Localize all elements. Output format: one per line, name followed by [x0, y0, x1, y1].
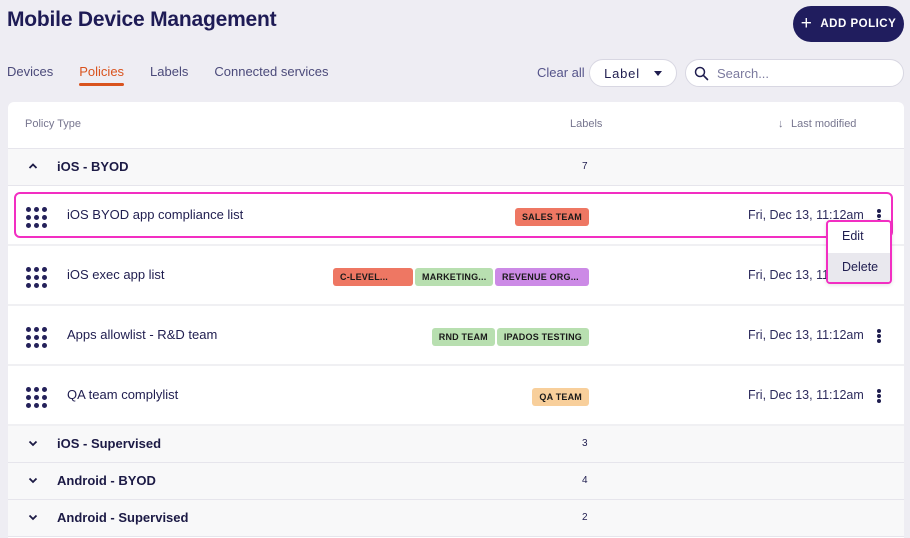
chevron-down-icon[interactable]: [28, 438, 38, 448]
label-chip: C-LEVEL...: [333, 268, 413, 286]
policy-name[interactable]: QA team complylist: [67, 387, 178, 402]
menu-item-delete[interactable]: Delete: [828, 253, 890, 282]
plus-icon: +: [800, 12, 813, 34]
label-filter-select[interactable]: Label: [589, 59, 677, 87]
more-options-icon[interactable]: [875, 327, 883, 345]
group-row-ios-supervised[interactable]: iOS - Supervised 3: [8, 426, 904, 463]
policy-labels: QA TEAM: [532, 388, 589, 406]
tab-labels[interactable]: Labels: [150, 64, 188, 86]
policy-labels: C-LEVEL... MARKETING... REVENUE ORG...: [333, 268, 589, 286]
column-header-last-modified[interactable]: Last modified: [791, 118, 856, 130]
group-count: 2: [582, 512, 588, 523]
group-name: iOS - Supervised: [57, 436, 162, 451]
search-input[interactable]: [717, 65, 887, 81]
policy-row[interactable]: iOS exec app list C-LEVEL... MARKETING..…: [8, 246, 904, 306]
tab-bar: Devices Policies Labels Connected servic…: [7, 64, 355, 86]
policy-labels: SALES TEAM: [514, 208, 589, 226]
group-count: 3: [582, 438, 588, 449]
search-box[interactable]: [685, 59, 904, 87]
group-row-android-byod[interactable]: Android - BYOD 4: [8, 463, 904, 500]
policy-name[interactable]: iOS BYOD app compliance list: [67, 207, 243, 222]
sort-arrow-down-icon[interactable]: ↓: [778, 118, 784, 130]
group-name: iOS - BYOD: [57, 159, 129, 174]
policy-labels: RND TEAM IPADOS TESTING: [431, 328, 589, 346]
column-header-labels[interactable]: Labels: [570, 118, 602, 130]
row-context-menu: Edit Delete: [826, 220, 892, 284]
group-row-android-supervised[interactable]: Android - Supervised 2: [8, 500, 904, 537]
last-modified-date: Fri, Dec 13, 11:12am: [748, 328, 864, 342]
label-chip: IPADOS TESTING: [496, 328, 589, 346]
policy-row[interactable]: iOS BYOD app compliance list SALES TEAM …: [8, 186, 904, 246]
chevron-down-icon[interactable]: [28, 475, 38, 485]
group-name: Android - BYOD: [57, 473, 156, 488]
policy-name[interactable]: iOS exec app list: [67, 267, 165, 282]
label-chip: MARKETING...: [415, 268, 493, 286]
tab-connected-services[interactable]: Connected services: [214, 64, 328, 86]
scrollbar-track[interactable]: [904, 102, 910, 538]
label-chip: REVENUE ORG...: [495, 268, 589, 286]
policy-grid-icon: [26, 207, 50, 228]
group-count: 4: [582, 475, 588, 486]
tab-devices[interactable]: Devices: [7, 64, 53, 86]
add-policy-button[interactable]: + ADD POLICY: [793, 6, 904, 42]
policies-table: Policy Type Labels ↓ Last modified iOS -…: [8, 102, 904, 538]
caret-down-icon: [653, 70, 662, 76]
search-icon: [694, 66, 709, 80]
group-count: 7: [582, 161, 588, 172]
page-title: Mobile Device Management: [7, 8, 277, 31]
policy-grid-icon: [26, 267, 50, 288]
policy-row[interactable]: QA team complylist QA TEAM Fri, Dec 13, …: [8, 366, 904, 426]
policy-grid-icon: [26, 327, 50, 348]
add-policy-label: ADD POLICY: [820, 18, 897, 30]
menu-item-edit[interactable]: Edit: [828, 222, 890, 253]
group-row-ios-byod[interactable]: iOS - BYOD 7: [8, 149, 904, 186]
label-chip: SALES TEAM: [514, 208, 589, 226]
policy-grid-icon: [26, 387, 50, 408]
column-header-policy-type[interactable]: Policy Type: [25, 118, 81, 130]
table-header: Policy Type Labels ↓ Last modified: [8, 102, 904, 149]
label-filter-value: Label: [604, 65, 640, 81]
last-modified-date: Fri, Dec 13, 11:12am: [748, 388, 864, 402]
chevron-down-icon[interactable]: [28, 512, 38, 522]
more-options-icon[interactable]: [875, 387, 883, 405]
label-chip: RND TEAM: [431, 328, 495, 346]
tab-policies[interactable]: Policies: [79, 64, 124, 86]
policy-row[interactable]: Apps allowlist - R&D team RND TEAM IPADO…: [8, 306, 904, 366]
policy-name[interactable]: Apps allowlist - R&D team: [67, 327, 217, 342]
clear-all-link[interactable]: Clear all: [537, 65, 585, 80]
label-chip: QA TEAM: [532, 388, 589, 406]
chevron-up-icon[interactable]: [28, 161, 38, 171]
group-name: Android - Supervised: [57, 510, 189, 525]
